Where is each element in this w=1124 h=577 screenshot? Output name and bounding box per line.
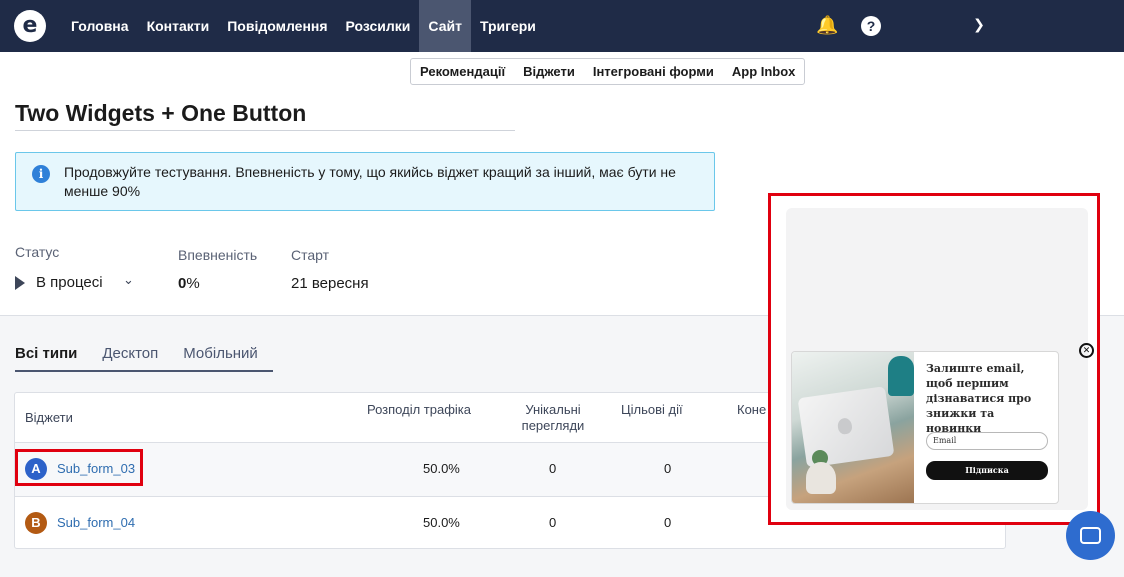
subnav-widgets[interactable]: Віджети [514,64,584,79]
nav-item-triggers[interactable]: Тригери [471,0,545,52]
goals-cell: 0 [664,515,672,530]
widget-preview-card: ✕ Залиште email, щоб першим дізнаватися … [786,208,1094,510]
page-title[interactable]: Two Widgets + One Button [15,100,306,127]
email-input[interactable]: Email [926,432,1048,450]
nav-item-home[interactable]: Головна [62,0,138,52]
highlight-box-row-a [15,449,143,486]
main-nav: Головна Контакти Повідомлення Розсилки С… [62,0,545,52]
confidence-unit: % [186,275,200,292]
status-label: Статус [15,244,60,260]
help-icon[interactable]: ? [861,16,881,36]
subscribe-popup: Залиште email, щоб першим дізнаватися пр… [791,351,1059,504]
goals-cell: 0 [664,461,672,476]
subnav-app-inbox[interactable]: App Inbox [723,64,805,79]
status-value[interactable]: В процесі [36,274,103,291]
popup-title: Залиште email, щоб першим дізнаватися пр… [926,362,1032,435]
status-chevron-down-icon[interactable]: ⌄ [123,272,134,288]
traffic-cell: 50.0% [423,515,460,530]
bell-icon[interactable]: 🔔 [816,14,838,36]
info-icon: i [32,165,50,183]
subnav-integrated-forms[interactable]: Інтегровані форми [584,64,723,79]
plant-pot-shape [806,462,836,494]
confidence-value: 0% [178,275,200,292]
subscribe-button[interactable]: Підписка [926,461,1048,480]
chevron-down-icon[interactable]: ❯ [968,13,990,35]
unique-cell: 0 [549,515,557,530]
chat-icon [1080,527,1101,544]
unique-cell: 0 [549,461,557,476]
start-value: 21 вересня [291,275,369,292]
widget-link[interactable]: Sub_form_04 [57,515,135,530]
nav-item-messages[interactable]: Повідомлення [218,0,336,52]
subnav-recommendations[interactable]: Рекомендації [411,64,514,79]
tabs-underline [15,370,273,372]
site-subnav: Рекомендації Віджети Інтегровані форми A… [410,58,806,85]
traffic-cell: 50.0% [423,461,460,476]
logo-icon[interactable]: e [14,10,46,42]
col-header-conversion: Коне [737,402,767,417]
col-header-widgets: Віджети [25,410,73,425]
tab-desktop[interactable]: Десктоп [102,345,158,370]
col-header-traffic: Розподіл трафіка [367,402,471,417]
top-navbar: e Головна Контакти Повідомлення Розсилки… [0,0,1124,52]
apple-logo-icon [836,417,853,436]
start-label: Старт [291,247,330,263]
confidence-label: Впевненість [178,247,258,263]
col-header-unique-line1: Унікальні [525,402,581,417]
title-underline [15,130,515,131]
nav-item-contacts[interactable]: Контакти [138,0,219,52]
info-text: Продовжуйте тестування. Впевненість у то… [64,164,676,199]
close-icon[interactable]: ✕ [1079,343,1094,358]
tab-mobile[interactable]: Мобільний [183,345,258,370]
widget-preview-frame: ✕ Залиште email, щоб першим дізнаватися … [768,193,1100,525]
nav-item-campaigns[interactable]: Розсилки [337,0,420,52]
play-icon [15,276,25,290]
col-header-unique-line2: перегляди [521,418,585,433]
chat-launcher-button[interactable] [1066,511,1115,560]
tab-all-types[interactable]: Всі типи [15,345,77,370]
device-tabs: Всі типи Десктоп Мобільний [15,345,283,370]
nav-item-site[interactable]: Сайт [419,0,471,52]
info-alert: i Продовжуйте тестування. Впевненість у … [15,152,715,211]
lamp-shape [888,356,914,396]
variant-badge: B [25,512,47,534]
col-header-unique: Унікальні перегляди [503,402,603,434]
popup-image [792,352,914,503]
col-header-goals: Цільові дії [621,402,683,417]
